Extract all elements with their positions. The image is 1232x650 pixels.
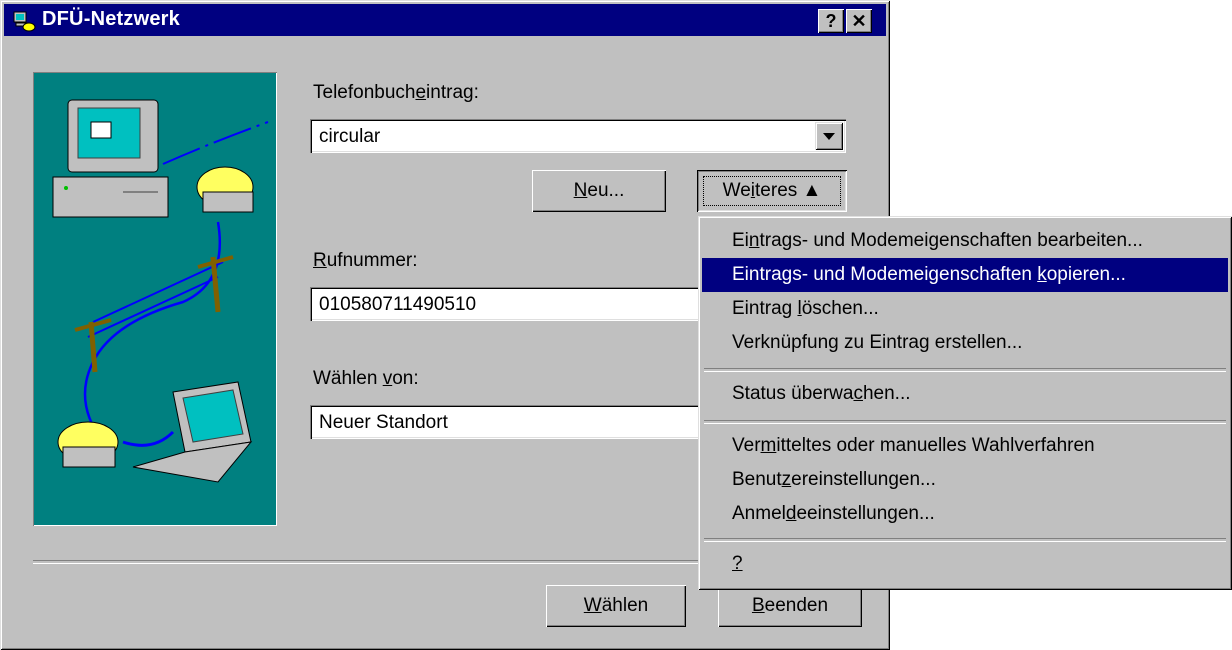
phone-number-label: Rufnummer: [313, 250, 418, 271]
title-bar[interactable]: DFÜ-Netzwerk ? ✕ [4, 4, 886, 36]
phonebook-combobox[interactable]: circular [310, 119, 846, 153]
phone-number-value: 010580711490510 [319, 294, 477, 315]
menu-separator [704, 538, 1226, 542]
menu-item-logon-settings[interactable]: Anmeldeeinstellungen... [702, 497, 1228, 531]
window-title: DFÜ-Netzwerk [42, 8, 180, 30]
dial-from-value: Neuer Standort [319, 412, 448, 433]
menu-separator [704, 368, 1226, 372]
help-icon: ? [825, 11, 837, 31]
dialup-network-icon [13, 11, 36, 32]
menu-item-create-shortcut[interactable]: Verknüpfung zu Eintrag erstellen... [702, 326, 1228, 360]
dial-from-label: Wählen von: [313, 368, 419, 389]
menu-item-operator-dial[interactable]: Vermitteltes oder manuelles Wahlverfahre… [702, 429, 1228, 463]
dialup-illustration [33, 72, 277, 526]
menu-item-help[interactable]: ? [702, 547, 1228, 581]
new-button[interactable]: Neu... [532, 170, 666, 212]
chevron-down-icon[interactable] [815, 122, 843, 150]
menu-item-edit-properties[interactable]: Eintrags- und Modemeigenschaften bearbei… [702, 224, 1228, 258]
menu-separator [704, 420, 1226, 424]
dial-button[interactable]: Wählen [546, 585, 686, 627]
more-button[interactable]: Weiteres ▲ [697, 170, 847, 212]
menu-item-user-settings[interactable]: Benutzereinstellungen... [702, 463, 1228, 497]
close-button[interactable]: ✕ [846, 9, 872, 33]
menu-item-monitor-status[interactable]: Status überwachen... [702, 377, 1228, 411]
quit-button[interactable]: Beenden [718, 585, 862, 627]
menu-item-copy-properties[interactable]: Eintrags- und Modemeigenschaften kopiere… [702, 258, 1228, 292]
more-menu: Eintrags- und Modemeigenschaften bearbei… [698, 216, 1232, 590]
help-button[interactable]: ? [818, 9, 844, 33]
phonebook-value: circular [319, 126, 381, 147]
phonebook-label: Telefonbucheintrag: [313, 82, 479, 103]
close-icon: ✕ [851, 11, 867, 31]
illustration-graphic [52, 99, 269, 483]
menu-item-delete-entry[interactable]: Eintrag löschen... [702, 292, 1228, 326]
